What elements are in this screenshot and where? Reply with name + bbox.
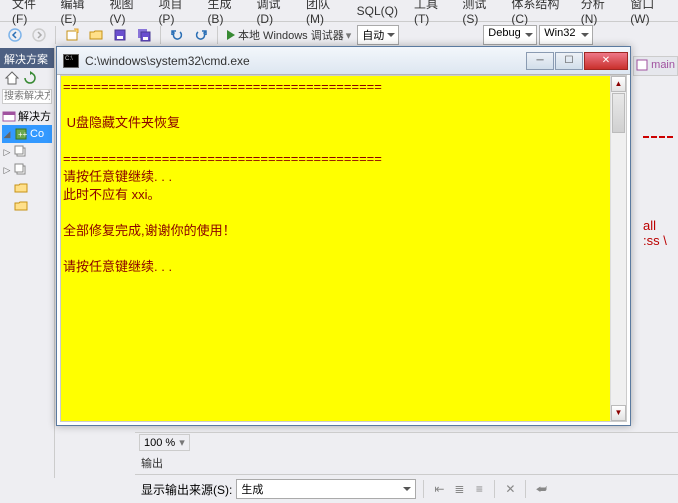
menu-tools[interactable]: 工具(T) [406, 0, 454, 28]
menu-analyze[interactable]: 分析(N) [573, 0, 623, 28]
wrap-icon[interactable]: ⮨ [533, 481, 549, 497]
cmd-line: 请按任意键继续. . . [63, 168, 624, 186]
menu-debug[interactable]: 调试(D) [248, 0, 298, 28]
tree-row[interactable]: ▷ [2, 143, 52, 161]
project-label: Co [30, 128, 44, 140]
auto-combo[interactable]: 自动 [357, 25, 399, 45]
solution-tree: 解决方 ◢ ++ Co ▷ ▷ [0, 105, 54, 217]
undo-button[interactable] [166, 24, 188, 46]
output-panel: 100 %▾ 输出 显示输出来源(S): 生成 ⇤ ≣ ≡ ✕ ⮨ [135, 432, 678, 500]
find-icon[interactable]: ⇤ [431, 481, 447, 497]
project-node[interactable]: ◢ ++ Co [2, 125, 52, 143]
cmd-line [63, 240, 624, 258]
tree-row[interactable] [2, 197, 52, 215]
folder-icon [14, 181, 28, 195]
separator [525, 480, 526, 498]
output-title: 输出 [135, 452, 678, 475]
debugger-label: 本地 Windows 调试器 [238, 27, 344, 43]
output-toolbar: 显示输出来源(S): 生成 ⇤ ≣ ≡ ✕ ⮨ [135, 475, 678, 503]
refresh-icon[interactable] [22, 70, 38, 86]
expander-icon[interactable]: ▷ [2, 165, 12, 176]
expander-icon[interactable]: ◢ [2, 129, 12, 140]
new-project-button[interactable] [61, 24, 83, 46]
maximize-button[interactable]: ☐ [555, 52, 583, 70]
cmd-line: ========================================… [63, 78, 624, 96]
window-buttons: ─ ☐ ✕ [525, 52, 628, 70]
cmd-icon [63, 54, 79, 68]
cmd-line: 全部修复完成,谢谢你的使用！ [63, 222, 624, 240]
prev-icon[interactable]: ≡ [471, 481, 487, 497]
cmd-titlebar[interactable]: C:\windows\system32\cmd.exe ─ ☐ ✕ [57, 47, 630, 75]
nav-fwd-button[interactable] [28, 24, 50, 46]
solution-label: 解决方 [18, 108, 51, 124]
solution-search-input[interactable] [2, 89, 52, 104]
close-button[interactable]: ✕ [584, 52, 628, 70]
expander-icon[interactable]: ▷ [2, 147, 12, 158]
cmd-line: 请按任意键继续. . . [63, 258, 624, 276]
save-button[interactable] [109, 24, 131, 46]
scroll-down-button[interactable]: ▼ [611, 405, 626, 421]
solution-icon [2, 109, 16, 123]
cmd-line: 此时不应有 xxi。 [63, 186, 624, 204]
separator [55, 26, 56, 44]
menu-bar: 文件(F) 编辑(E) 视图(V) 项目(P) 生成(B) 调试(D) 团队(M… [0, 0, 678, 22]
redo-button[interactable] [190, 24, 212, 46]
folder-icon [14, 199, 28, 213]
output-source-label: 显示输出来源(S): [141, 481, 232, 498]
open-button[interactable] [85, 24, 107, 46]
zoom-combo[interactable]: 100 %▾ [139, 434, 190, 451]
project-icon: ++ [14, 127, 28, 141]
cmd-line [63, 204, 624, 222]
separator [160, 26, 161, 44]
cmd-line: ========================================… [63, 150, 624, 168]
clear-icon[interactable]: ✕ [502, 481, 518, 497]
cmd-title-text: C:\windows\system32\cmd.exe [85, 54, 525, 68]
scroll-thumb[interactable] [612, 93, 625, 133]
cmd-line: U盘隐藏文件夹恢复 [63, 114, 624, 132]
output-source-combo[interactable]: 生成 [236, 479, 416, 499]
separator [217, 26, 218, 44]
menu-arch[interactable]: 体系结构(C) [503, 0, 572, 28]
save-all-button[interactable] [133, 24, 155, 46]
solution-explorer-title: 解决方案资 [0, 48, 54, 68]
goto-icon[interactable]: ≣ [451, 481, 467, 497]
tree-row[interactable] [2, 179, 52, 197]
tree-row[interactable]: ▷ [2, 161, 52, 179]
references-icon [14, 163, 28, 177]
start-debug-button[interactable]: 本地 Windows 调试器 ▾ [223, 27, 355, 43]
cmd-line [63, 132, 624, 150]
scroll-up-button[interactable]: ▲ [611, 76, 626, 92]
solution-node[interactable]: 解决方 [2, 107, 52, 125]
separator [423, 480, 424, 498]
separator [494, 480, 495, 498]
editor-visible-text: all :ss \ [643, 48, 678, 248]
cmd-window: C:\windows\system32\cmd.exe ─ ☐ ✕ ======… [56, 46, 631, 426]
play-icon [227, 30, 235, 40]
minimize-button[interactable]: ─ [526, 52, 554, 70]
menu-test[interactable]: 测试(S) [454, 0, 503, 28]
menu-window[interactable]: 窗口(W) [622, 0, 674, 28]
nav-back-button[interactable] [4, 24, 26, 46]
references-icon [14, 145, 28, 159]
home-icon[interactable] [4, 70, 20, 86]
platform-combo[interactable]: Win32 [539, 25, 593, 45]
menu-team[interactable]: 团队(M) [298, 0, 349, 28]
solution-explorer: 解决方案资 解决方 ◢ ++ Co ▷ ▷ [0, 48, 55, 478]
cmd-line [63, 96, 624, 114]
svg-text:++: ++ [18, 130, 28, 139]
cmd-scrollbar[interactable]: ▲ ▼ [610, 76, 626, 421]
solution-toolbar [0, 68, 54, 88]
menu-sql[interactable]: SQL(Q) [349, 2, 406, 20]
cmd-output: ========================================… [60, 75, 627, 422]
config-combo[interactable]: Debug [483, 25, 537, 45]
